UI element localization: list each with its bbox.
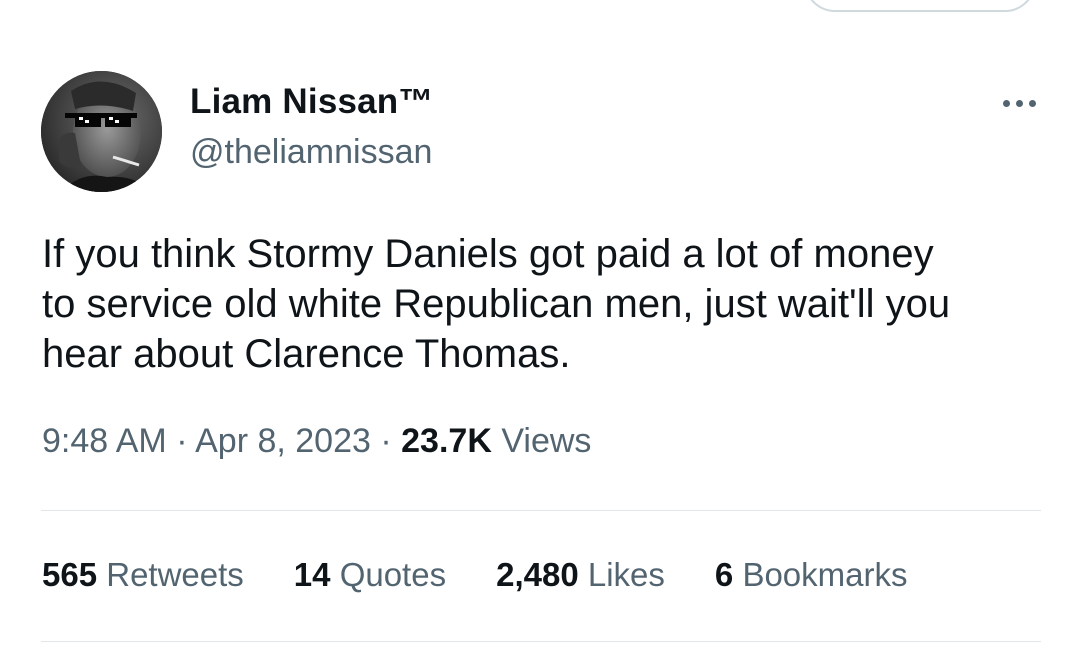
retweets-label: Retweets — [106, 556, 244, 593]
engagement-stats: 565 Retweets 14 Quotes 2,480 Likes 6 Boo… — [42, 556, 908, 594]
dot-icon — [1028, 99, 1036, 107]
quotes-label: Quotes — [339, 556, 447, 593]
tweet-text-line: hear about Clarence Thomas. — [42, 332, 571, 376]
views-count: 23.7K — [401, 422, 492, 460]
likes-stat[interactable]: 2,480 Likes — [496, 556, 665, 594]
tweet-date[interactable]: Apr 8, 2023 — [195, 422, 371, 460]
avatar-photo-icon — [41, 71, 162, 192]
likes-label: Likes — [587, 556, 665, 593]
quotes-count: 14 — [293, 556, 331, 593]
more-options-icon[interactable] — [994, 86, 1044, 120]
bookmarks-count: 6 — [714, 556, 734, 593]
dot-icon — [1015, 99, 1023, 107]
bookmarks-stat[interactable]: 6 Bookmarks — [715, 556, 908, 594]
tweet-meta: 9:48 AM · Apr 8, 2023 · 23.7K Views — [42, 422, 591, 461]
tweet-text-line: If you think Stormy Daniels got paid a l… — [42, 232, 934, 276]
meta-separator: · — [380, 422, 392, 460]
dot-icon — [1002, 99, 1010, 107]
retweets-count: 565 — [42, 556, 98, 593]
retweets-stat[interactable]: 565 Retweets — [42, 556, 244, 594]
bookmarks-label: Bookmarks — [742, 556, 908, 593]
tweet-text-line: to service old white Republican men, jus… — [42, 282, 951, 326]
divider — [41, 641, 1041, 642]
tweet-time[interactable]: 9:48 AM — [42, 422, 167, 460]
follow-button-partial[interactable] — [804, 0, 1036, 12]
avatar[interactable] — [41, 71, 162, 192]
likes-count: 2,480 — [496, 556, 579, 593]
divider — [41, 510, 1041, 511]
meta-separator: · — [176, 422, 188, 460]
views-label: Views — [501, 422, 592, 460]
quotes-stat[interactable]: 14 Quotes — [294, 556, 446, 594]
user-handle[interactable]: @theliamnissan — [190, 133, 432, 172]
display-name[interactable]: Liam Nissan™ — [190, 82, 434, 122]
tweet-text: If you think Stormy Daniels got paid a l… — [42, 229, 1052, 379]
